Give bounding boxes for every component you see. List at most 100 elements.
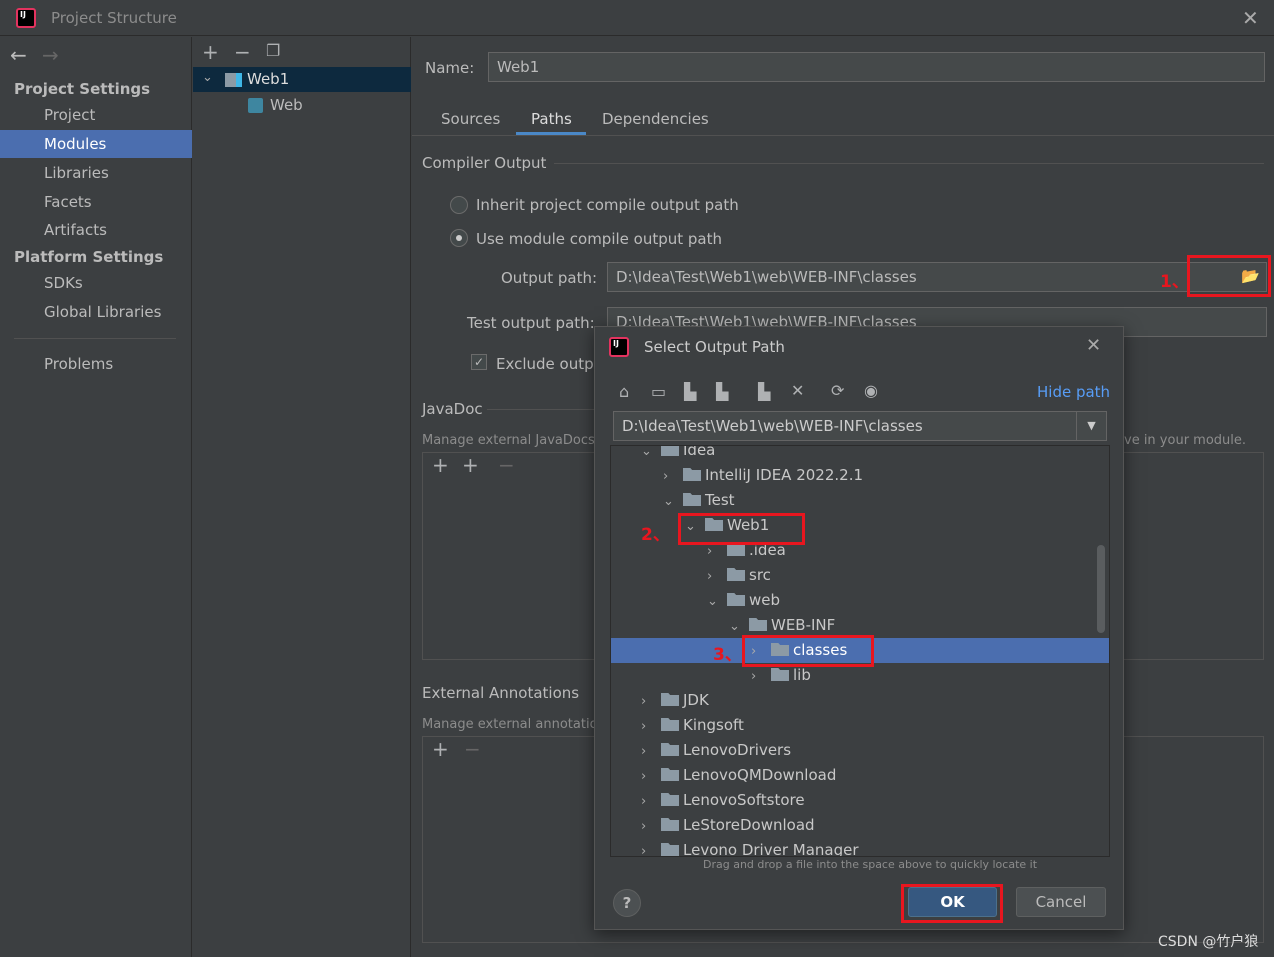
chevron-right-icon[interactable]: › — [641, 689, 655, 714]
tree-item-web1[interactable]: ⌄ Web1 — [193, 67, 411, 92]
chevron-down-icon[interactable]: ⌄ — [202, 70, 216, 85]
module-folder-icon[interactable]: ▙ — [716, 382, 728, 401]
external-annotations-heading: External Annotations — [422, 684, 580, 702]
sidebar-item-sdks[interactable]: SDKs — [0, 269, 192, 297]
chevron-right-icon[interactable]: › — [641, 814, 655, 839]
tree-item-label: LenovoDrivers — [683, 741, 792, 759]
tree-item[interactable]: › LenovoQMDownload — [611, 763, 1109, 788]
sidebar-item-problems[interactable]: Problems — [0, 350, 192, 378]
forward-arrow-icon[interactable]: → — [42, 43, 59, 67]
tree-item[interactable]: ⌄ web — [611, 588, 1109, 613]
folder-icon — [727, 568, 745, 581]
chevron-right-icon[interactable]: › — [641, 839, 655, 856]
tree-item-label: Idea — [683, 445, 716, 459]
chevron-right-icon[interactable]: › — [707, 564, 721, 589]
tree-item[interactable]: › LeStoreDownload — [611, 813, 1109, 838]
desktop-icon[interactable]: ▭ — [651, 382, 666, 401]
tab-sources[interactable]: Sources — [441, 110, 500, 128]
add-url-icon[interactable]: + — [462, 453, 479, 477]
tab-dependencies[interactable]: Dependencies — [602, 110, 709, 128]
tree-item-label: Test — [705, 491, 735, 509]
exclude-checkbox[interactable]: ✓ — [471, 354, 487, 370]
folder-icon — [683, 493, 701, 506]
dropdown-arrow-icon[interactable]: ▼ — [1076, 412, 1106, 440]
inherit-radio[interactable] — [450, 196, 468, 214]
copy-icon[interactable]: ❐ — [266, 41, 280, 60]
annotation-box-3 — [742, 635, 874, 667]
tree-item[interactable]: › IntelliJ IDEA 2022.2.1 — [611, 463, 1109, 488]
output-path-label: Output path: — [501, 269, 598, 287]
chevron-down-icon[interactable]: ⌄ — [641, 446, 655, 464]
path-combobox[interactable]: D:\Idea\Test\Web1\web\WEB-INF\classes ▼ — [613, 411, 1107, 441]
sidebar-item-facets[interactable]: Facets — [0, 188, 192, 216]
new-folder-icon[interactable]: ▙ — [758, 382, 770, 401]
sidebar-item-libraries[interactable]: Libraries — [0, 159, 192, 187]
watermark: CSDN @竹户狼 — [1158, 934, 1259, 950]
name-input[interactable]: Web1 — [488, 52, 1265, 82]
chevron-down-icon[interactable]: ⌄ — [729, 614, 743, 639]
tree-item[interactable]: › Kingsoft — [611, 713, 1109, 738]
help-button[interactable]: ? — [613, 889, 641, 917]
section-line — [554, 163, 1264, 164]
tree-item[interactable]: › src — [611, 563, 1109, 588]
project-folder-icon[interactable]: ▙ — [684, 382, 696, 401]
tree-item[interactable]: ⌄ Test — [611, 488, 1109, 513]
cancel-button[interactable]: Cancel — [1016, 887, 1106, 917]
chevron-down-icon[interactable]: ⌄ — [707, 589, 721, 614]
close-icon[interactable]: ✕ — [1242, 6, 1259, 30]
home-icon[interactable]: ⌂ — [619, 382, 629, 401]
chevron-right-icon[interactable]: › — [641, 714, 655, 739]
folder-icon — [661, 446, 679, 456]
folder-icon — [661, 743, 679, 756]
annotation-label-2: 2、 — [641, 525, 670, 545]
tree-item[interactable]: ⌄ Idea — [611, 445, 1109, 464]
inherit-label: Inherit project compile output path — [476, 196, 739, 214]
sidebar-item-modules[interactable]: Modules — [0, 130, 192, 158]
folder-icon — [661, 843, 679, 856]
add-icon[interactable]: + — [432, 453, 449, 477]
intellij-logo-icon: IJ — [609, 337, 629, 357]
add-icon[interactable]: + — [432, 737, 449, 761]
chevron-right-icon[interactable]: › — [663, 464, 677, 489]
tree-item-web[interactable]: Web — [193, 93, 411, 118]
tree-item[interactable]: › JDK — [611, 688, 1109, 713]
tree-scrollbar[interactable] — [1097, 545, 1105, 633]
chevron-right-icon[interactable]: › — [641, 764, 655, 789]
close-icon[interactable]: ✕ — [1086, 335, 1101, 356]
folder-icon — [749, 618, 767, 631]
sidebar-item-global-libraries[interactable]: Global Libraries — [0, 298, 192, 326]
sidebar-item-artifacts[interactable]: Artifacts — [0, 216, 192, 244]
sidebar-item-project[interactable]: Project — [0, 101, 192, 129]
divider — [14, 338, 176, 339]
tree-item-label: LenovoSoftstore — [683, 791, 805, 809]
folder-icon — [683, 468, 701, 481]
chevron-right-icon[interactable]: › — [641, 789, 655, 814]
remove-icon[interactable]: − — [464, 737, 481, 761]
tree-item[interactable]: › LenovoDrivers — [611, 738, 1109, 763]
folder-icon — [727, 593, 745, 606]
chevron-down-icon[interactable]: ⌄ — [663, 489, 677, 514]
drag-drop-hint: Drag and drop a file into the space abov… — [703, 858, 1038, 871]
title-bar: IJ Project Structure ✕ — [0, 0, 1274, 36]
tree-item-label: JDK — [683, 691, 709, 709]
tab-paths[interactable]: Paths — [531, 110, 572, 128]
remove-icon[interactable]: − — [234, 40, 251, 64]
add-icon[interactable]: + — [202, 40, 219, 64]
hide-path-link[interactable]: Hide path — [1037, 383, 1110, 401]
chevron-right-icon[interactable]: › — [751, 664, 765, 689]
tree-item[interactable]: › LenovoSoftstore — [611, 788, 1109, 813]
back-arrow-icon[interactable]: ← — [10, 43, 27, 67]
use-module-label: Use module compile output path — [476, 230, 723, 248]
chevron-right-icon[interactable]: › — [641, 739, 655, 764]
refresh-icon[interactable]: ⟳ — [831, 381, 844, 400]
use-module-radio[interactable] — [450, 229, 468, 247]
show-hidden-icon[interactable]: ◉ — [864, 381, 878, 400]
tab-divider — [412, 135, 1274, 136]
remove-icon[interactable]: − — [498, 453, 515, 477]
javadoc-hint: Manage external JavaDocs a — [422, 433, 607, 448]
delete-icon[interactable]: ✕ — [791, 381, 804, 400]
tree-item-label: WEB-INF — [771, 616, 836, 634]
tree-item[interactable]: › Levono Driver Manager — [611, 838, 1109, 857]
tree-item-label: web — [749, 591, 781, 609]
tree-item-label: Levono Driver Manager — [683, 841, 859, 857]
